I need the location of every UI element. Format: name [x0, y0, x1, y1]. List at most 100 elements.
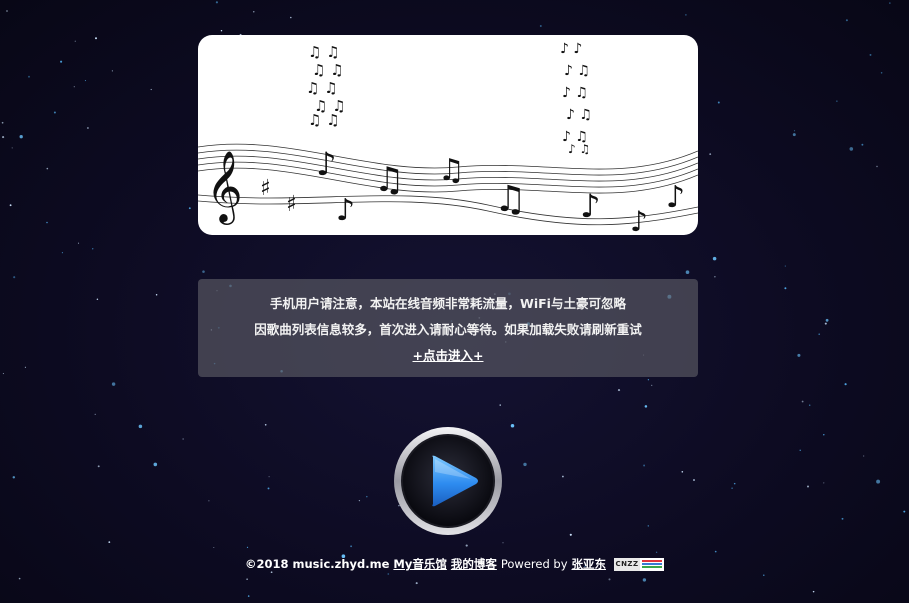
enter-link[interactable]: +点击进入+: [413, 348, 484, 363]
svg-text:♫ ♫: ♫ ♫: [308, 111, 340, 129]
svg-text:♫: ♫: [494, 179, 526, 220]
star: [733, 482, 736, 485]
blog-link[interactable]: 我的博客: [451, 557, 497, 571]
star: [46, 221, 48, 224]
star: [693, 479, 695, 481]
enter-link-row: +点击进入+: [198, 345, 698, 364]
cnzz-badge-label: CNZZ: [614, 558, 641, 571]
cnzz-badge[interactable]: CNZZ: [614, 558, 665, 571]
star: [824, 322, 827, 325]
star: [247, 595, 250, 597]
star: [685, 270, 690, 274]
svg-text:♫ ♫: ♫ ♫: [308, 43, 340, 61]
svg-text:♯: ♯: [286, 192, 297, 217]
svg-text:♪ ♫: ♪ ♫: [566, 107, 592, 123]
star: [28, 75, 30, 78]
star: [784, 265, 786, 267]
svg-text:♫ ♫: ♫ ♫: [312, 61, 344, 79]
star: [46, 167, 49, 170]
star: [499, 404, 501, 406]
star: [808, 404, 811, 406]
svg-text:♪: ♪: [336, 193, 355, 228]
star: [13, 276, 16, 279]
star: [647, 525, 650, 527]
star: [561, 475, 564, 478]
star: [60, 60, 63, 63]
star: [18, 577, 21, 580]
star: [415, 582, 418, 585]
star: [155, 293, 158, 296]
author-link[interactable]: 张亚东: [572, 557, 607, 571]
star: [246, 546, 249, 549]
star: [793, 130, 796, 132]
star: [685, 14, 687, 16]
star: [539, 25, 542, 27]
svg-text:♪ ♪: ♪ ♪: [560, 41, 582, 57]
play-icon: [394, 427, 502, 535]
star: [465, 544, 468, 547]
star: [246, 578, 248, 580]
star: [617, 389, 621, 392]
star: [108, 541, 111, 543]
star: [823, 434, 825, 436]
music-banner-image: 𝄞 ♯ ♯ ♪ ♪ ♫ ♫ ♫ ♪ ♪ ♪ ♫ ♫ ♫ ♫ ♫ ♫ ♫ ♫ ♫ …: [198, 35, 698, 235]
star: [268, 476, 270, 478]
star: [77, 242, 80, 244]
star: [717, 101, 720, 104]
page-background: 𝄞 ♯ ♯ ♪ ♪ ♫ ♫ ♫ ♪ ♪ ♪ ♫ ♫ ♫ ♫ ♫ ♫ ♫ ♫ ♫ …: [0, 0, 909, 603]
star: [290, 16, 292, 19]
star: [53, 111, 56, 114]
star: [876, 479, 881, 484]
star: [655, 551, 658, 554]
star: [264, 423, 267, 426]
star: [267, 487, 270, 490]
svg-text:♪: ♪: [630, 205, 648, 235]
star: [651, 384, 653, 387]
star: [2, 136, 5, 139]
notice-line-2: 因歌曲列表信息较多，首次进入请耐心等待。如果加载失败请刷新重试: [254, 322, 642, 337]
svg-text:♪ ♫: ♪ ♫: [568, 142, 590, 156]
svg-text:♪: ♪: [580, 187, 600, 225]
star: [889, 2, 891, 4]
music-notes-icon: 𝄞 ♯ ♯ ♪ ♪ ♫ ♫ ♫ ♪ ♪ ♪ ♫ ♫ ♫ ♫ ♫ ♫ ♫ ♫ ♫ …: [198, 41, 698, 235]
star: [111, 382, 116, 386]
star: [818, 333, 821, 336]
star: [182, 438, 184, 440]
star: [24, 366, 26, 368]
star: [569, 533, 572, 536]
star: [799, 449, 801, 451]
star: [792, 133, 796, 137]
star: [208, 500, 210, 502]
star: [812, 590, 815, 593]
copyright-text: ©2018 music.zhyd.me: [244, 557, 390, 571]
star: [731, 487, 733, 490]
star: [510, 423, 515, 428]
star: [202, 270, 205, 273]
star: [643, 464, 646, 467]
svg-text:♪: ♪: [316, 145, 336, 183]
star: [74, 40, 76, 42]
star: [213, 546, 215, 549]
star: [608, 578, 611, 581]
star: [358, 499, 361, 502]
svg-text:♯: ♯: [260, 176, 271, 201]
my-music-link[interactable]: My音乐馆: [393, 557, 446, 571]
star: [880, 72, 883, 74]
star: [11, 147, 13, 149]
star: [6, 10, 8, 12]
star: [188, 207, 191, 210]
play-button[interactable]: [393, 426, 503, 536]
star: [869, 53, 872, 56]
notice-box: 手机用户请注意，本站在线音频非常耗流量，WiFi与土豪可忽略 因歌曲列表信息较多…: [198, 279, 698, 377]
star: [876, 165, 878, 168]
star: [712, 256, 717, 261]
star: [150, 88, 152, 91]
star: [12, 476, 16, 479]
star: [73, 86, 75, 88]
star: [92, 248, 94, 250]
star: [647, 379, 650, 381]
star: [823, 482, 825, 484]
star: [801, 400, 804, 403]
star: [714, 276, 716, 278]
star: [253, 11, 255, 13]
